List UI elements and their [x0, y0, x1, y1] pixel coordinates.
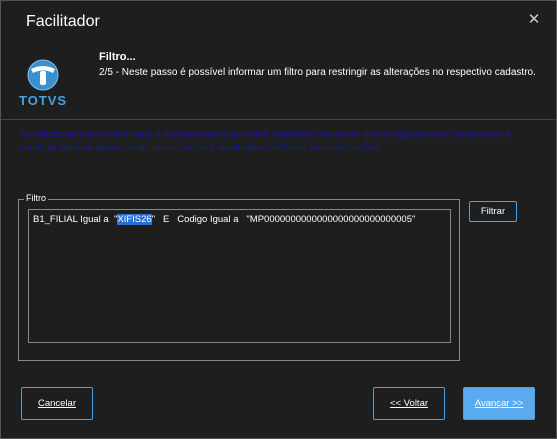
expr-prefix: B1_FILIAL Igual a ": [33, 214, 118, 225]
totvs-logo: TOTVS: [15, 53, 71, 109]
close-icon[interactable]: ✕: [526, 12, 542, 28]
totvs-logo-icon: [27, 59, 59, 91]
cancel-button[interactable]: Cancelar: [21, 387, 93, 420]
next-button[interactable]: Avançar >>: [463, 387, 535, 420]
back-button-label: << Voltar: [389, 398, 429, 409]
expr-highlight: XIFIS26: [117, 214, 152, 225]
facilitador-dialog: Facilitador ✕ TOTVS Filtro... 2/5 - Nest…: [0, 0, 557, 439]
next-button-label: Avançar >>: [474, 398, 524, 409]
info-text: Ao selecionarmos um filtro para o proces…: [19, 129, 511, 153]
step-description: 2/5 - Neste passo é possível informar um…: [99, 67, 536, 78]
dialog-title: Facilitador: [26, 13, 100, 30]
filter-expression-box[interactable]: B1_FILIAL Igual a "XIFIS26" E Codigo Igu…: [28, 209, 451, 343]
filter-legend: Filtro: [24, 193, 48, 203]
logo-text: TOTVS: [19, 93, 68, 108]
wizard-header: TOTVS Filtro... 2/5 - Neste passo é poss…: [1, 41, 556, 111]
header-divider: [1, 119, 556, 120]
step-title: Filtro...: [99, 51, 136, 63]
filter-group: Filtro B1_FILIAL Igual a "XIFIS26" E Cod…: [18, 193, 460, 361]
filtrar-button[interactable]: Filtrar: [469, 201, 517, 222]
cancel-button-label: Cancelar: [37, 398, 77, 409]
expr-suffix: " E Codigo Igual a "MP000000000000000000…: [151, 214, 416, 225]
back-button[interactable]: << Voltar: [373, 387, 445, 420]
dialog-titlebar: Facilitador ✕: [1, 1, 556, 41]
filter-expression[interactable]: B1_FILIAL Igual a "XIFIS26" E Codigo Igu…: [33, 214, 415, 225]
